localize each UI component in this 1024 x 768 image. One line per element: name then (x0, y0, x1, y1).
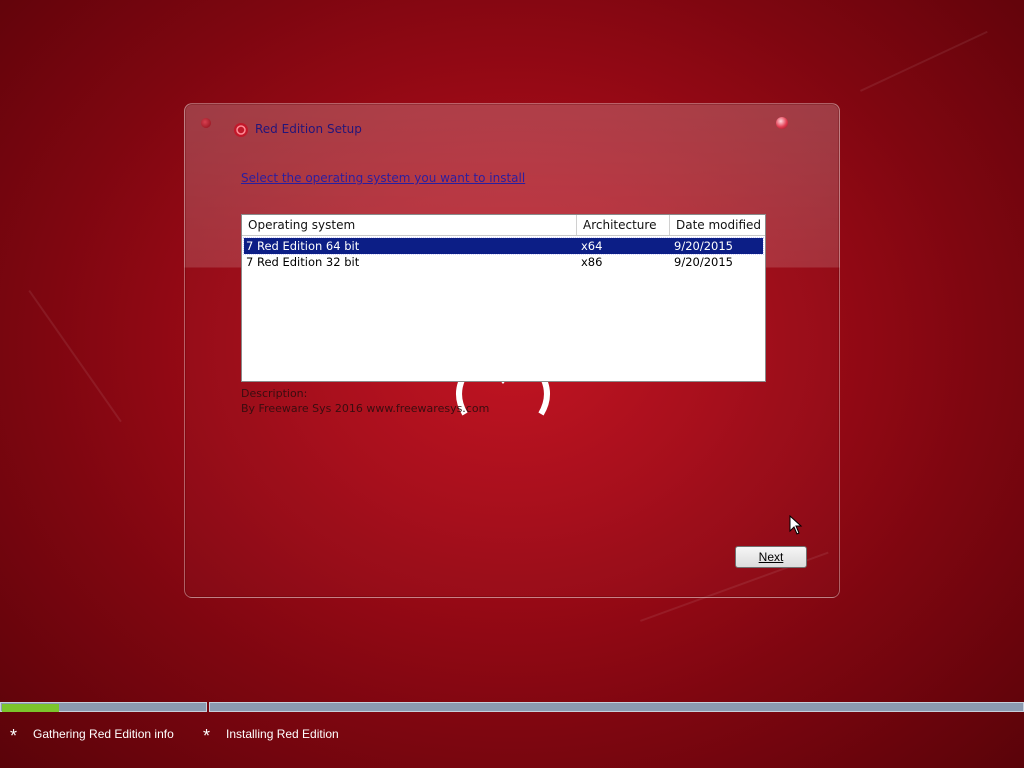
os-list[interactable]: Operating system Architecture Date modif… (241, 214, 766, 382)
progress-stage-gathering (0, 702, 207, 712)
window-title: Red Edition Setup (255, 122, 362, 136)
progress-fill (2, 704, 59, 712)
step-label: Installing Red Edition (226, 727, 339, 741)
progress-stage-installing (209, 702, 1024, 712)
column-architecture[interactable]: Architecture (577, 215, 670, 235)
step-label: Gathering Red Edition info (33, 727, 174, 741)
description: Description: By Freeware Sys 2016 www.fr… (241, 386, 489, 416)
description-label: Description: (241, 387, 308, 400)
next-button[interactable]: Next (735, 546, 807, 568)
list-header: Operating system Architecture Date modif… (242, 215, 765, 236)
instruction-text: Select the operating system you want to … (241, 171, 526, 185)
os-name: 7 Red Edition 32 bit (246, 255, 360, 269)
asterisk-icon: * (203, 726, 211, 746)
list-item[interactable]: 7 Red Edition 64 bit x64 9/20/2015 (243, 237, 764, 255)
next-button-label: Next (758, 550, 784, 564)
list-item[interactable]: 7 Red Edition 32 bit x86 9/20/2015 (244, 254, 763, 270)
background-streak (28, 290, 122, 423)
os-arch: x86 (581, 255, 603, 269)
description-text: By Freeware Sys 2016 www.freewaresys.com (241, 402, 490, 415)
column-date-modified[interactable]: Date modified (670, 215, 764, 235)
mouse-pointer-icon (789, 515, 803, 535)
window-system-icon (201, 118, 211, 128)
os-arch: x64 (581, 239, 603, 253)
close-button[interactable] (776, 117, 788, 129)
app-logo-icon (234, 123, 248, 137)
os-name: 7 Red Edition 64 bit (246, 239, 360, 253)
background-streak (860, 30, 988, 92)
asterisk-icon: * (10, 726, 18, 746)
os-date: 9/20/2015 (674, 239, 733, 253)
column-operating-system[interactable]: Operating system (242, 215, 577, 235)
os-date: 9/20/2015 (674, 255, 733, 269)
setup-progress (0, 702, 1024, 713)
setup-window: Red Edition Setup Select the operating s… (184, 103, 840, 598)
